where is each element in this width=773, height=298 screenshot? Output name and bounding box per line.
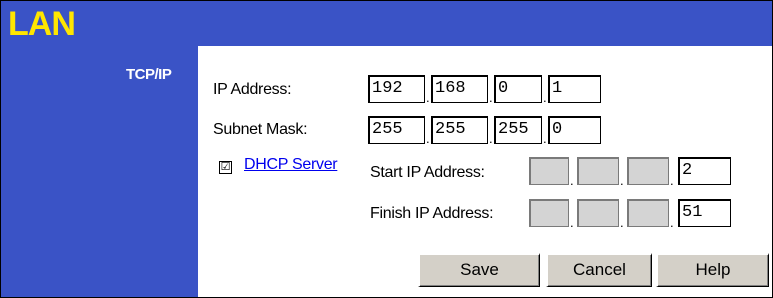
page-title: LAN: [8, 5, 76, 43]
ip-octet-2[interactable]: 168: [431, 75, 488, 103]
lan-settings-frame: LAN TCP/IP IP Address: 192 . 168 . 0 . 1…: [0, 0, 773, 298]
sidebar: [1, 46, 198, 297]
finish-dot: .: [570, 215, 574, 230]
ip-octet-4[interactable]: 1: [548, 75, 601, 103]
subnet-mask-label: Subnet Mask:: [213, 121, 308, 138]
start-dot: .: [670, 173, 674, 188]
dhcp-server-link[interactable]: DHCP Server: [244, 156, 338, 174]
cancel-button[interactable]: Cancel: [546, 253, 652, 287]
ip-dot: .: [489, 90, 493, 105]
subnet-octet-2[interactable]: 255: [431, 116, 488, 144]
subnet-dot: .: [543, 131, 547, 146]
finish-dot: .: [670, 215, 674, 230]
subnet-octet-3[interactable]: 255: [494, 116, 542, 144]
section-label-tcpip: TCP/IP: [126, 66, 172, 83]
ip-octet-1[interactable]: 192: [368, 75, 425, 103]
finish-dot: .: [620, 215, 624, 230]
start-ip-octet-2: [577, 157, 619, 185]
start-dot: .: [570, 173, 574, 188]
subnet-dot: .: [489, 131, 493, 146]
start-ip-label: Start IP Address:: [370, 164, 485, 181]
ip-dot: .: [543, 90, 547, 105]
title-bar: LAN: [1, 1, 772, 46]
subnet-octet-4[interactable]: 0: [548, 116, 601, 144]
start-ip-octet-3: [627, 157, 669, 185]
finish-ip-octet-3: [627, 199, 669, 227]
ip-address-label: IP Address:: [213, 81, 292, 98]
dhcp-server-checkbox[interactable]: ☑: [219, 161, 232, 174]
start-dot: .: [620, 173, 624, 188]
help-button[interactable]: Help: [656, 253, 769, 287]
ip-dot: .: [426, 90, 430, 105]
finish-ip-octet-4[interactable]: 51: [678, 199, 731, 227]
ip-octet-3[interactable]: 0: [494, 75, 542, 103]
subnet-octet-1[interactable]: 255: [368, 116, 425, 144]
finish-ip-octet-1: [529, 199, 569, 227]
save-button[interactable]: Save: [418, 253, 540, 287]
finish-ip-label: Finish IP Address:: [370, 205, 494, 222]
start-ip-octet-1: [529, 157, 569, 185]
finish-ip-octet-2: [577, 199, 619, 227]
subnet-dot: .: [426, 131, 430, 146]
start-ip-octet-4[interactable]: 2: [678, 157, 731, 185]
